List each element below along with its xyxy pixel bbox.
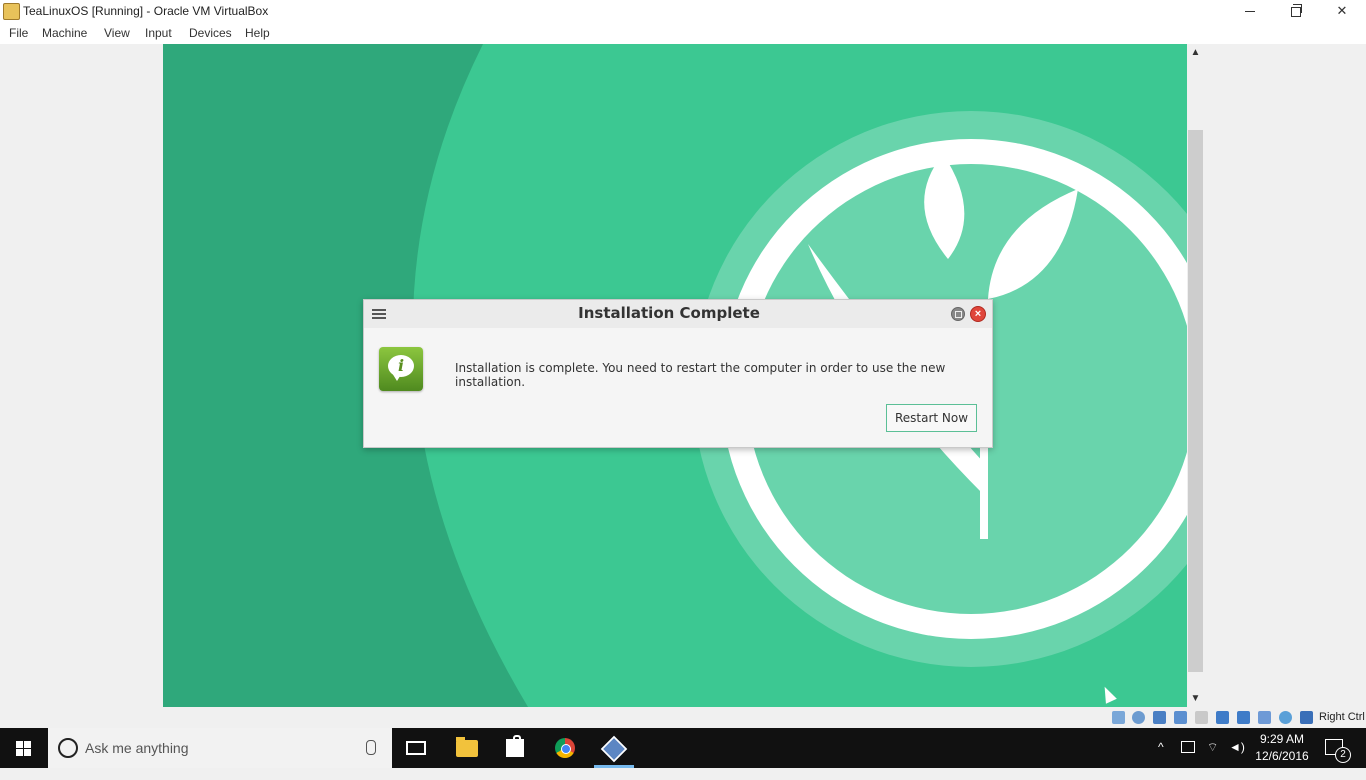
windows-logo-icon [16, 741, 32, 756]
display-icon[interactable] [1237, 711, 1250, 724]
shared-folders-icon[interactable] [1216, 711, 1229, 724]
dialog-header: Installation Complete × [364, 300, 992, 328]
dialog-close-button[interactable]: × [970, 306, 986, 322]
microphone-icon[interactable] [366, 740, 376, 755]
window-title: TeaLinuxOS [Running] - Oracle VM Virtual… [23, 4, 269, 18]
volume-icon[interactable]: ◄) [1229, 740, 1245, 780]
cortana-icon [58, 738, 78, 758]
start-button[interactable] [0, 728, 48, 768]
notification-count-badge: 2 [1335, 747, 1351, 763]
menu-bar: File Machine View Input Devices Help [0, 22, 1366, 44]
battery-icon[interactable] [1181, 741, 1195, 753]
virtualbox-taskbar-icon[interactable] [600, 735, 628, 763]
recording-icon[interactable] [1258, 711, 1271, 724]
restart-now-button[interactable]: Restart Now [886, 404, 977, 432]
window-titlebar: TeaLinuxOS [Running] - Oracle VM Virtual… [0, 0, 1366, 22]
menu-devices[interactable]: Devices [189, 26, 232, 40]
search-placeholder: Ask me anything [85, 740, 189, 756]
close-button[interactable]: ✕ [1319, 0, 1365, 22]
wifi-icon[interactable]: ⌔ [1207, 740, 1218, 780]
restore-button[interactable] [1273, 0, 1319, 22]
clock-time: 9:29 AM [1259, 732, 1305, 746]
cpu-icon[interactable] [1279, 711, 1292, 724]
usb-icon[interactable] [1195, 711, 1208, 724]
menu-file[interactable]: File [9, 26, 28, 40]
task-view-icon[interactable] [406, 741, 426, 755]
chrome-icon[interactable] [555, 738, 575, 758]
clock-date: 12/6/2016 [1255, 749, 1309, 763]
menu-view[interactable]: View [104, 26, 130, 40]
dialog-title: Installation Complete [578, 304, 760, 322]
menu-input[interactable]: Input [145, 26, 172, 40]
windows-taskbar: Ask me anything ^ ⌔ ◄) 9:29 AM 12/6/2016… [0, 728, 1366, 768]
scrollbar-thumb[interactable] [1188, 130, 1203, 672]
dialog-message: Installation is complete. You need to re… [455, 361, 946, 389]
minimize-button[interactable] [1227, 0, 1273, 22]
mouse-integration-icon[interactable] [1300, 711, 1313, 724]
store-icon[interactable] [506, 735, 524, 757]
network-icon[interactable] [1174, 711, 1187, 724]
show-hidden-icons-icon[interactable]: ^ [1158, 740, 1164, 780]
info-icon: i [379, 347, 423, 391]
virtualbox-app-icon [3, 3, 20, 20]
dialog-maximize-button[interactable] [951, 307, 965, 321]
optical-drive-icon[interactable] [1132, 711, 1145, 724]
vbox-status-bar: Right Ctrl [0, 707, 1366, 728]
clock[interactable]: 9:29 AM 12/6/2016 [1252, 731, 1312, 765]
menu-machine[interactable]: Machine [42, 26, 87, 40]
audio-icon[interactable] [1153, 711, 1166, 724]
scroll-up-icon[interactable]: ▲ [1187, 44, 1204, 61]
scroll-down-icon[interactable]: ▼ [1187, 690, 1204, 707]
installation-complete-dialog: Installation Complete × i Installation i… [363, 299, 993, 448]
host-key-label: Right Ctrl [1319, 711, 1365, 723]
hard-disk-icon[interactable] [1112, 711, 1125, 724]
file-explorer-icon[interactable] [456, 737, 478, 757]
restore-icon [1291, 3, 1302, 17]
search-box[interactable]: Ask me anything [48, 728, 392, 768]
vertical-scrollbar[interactable]: ▲ ▼ [1187, 44, 1204, 707]
menu-help[interactable]: Help [245, 26, 270, 40]
minimize-icon [1245, 11, 1255, 13]
